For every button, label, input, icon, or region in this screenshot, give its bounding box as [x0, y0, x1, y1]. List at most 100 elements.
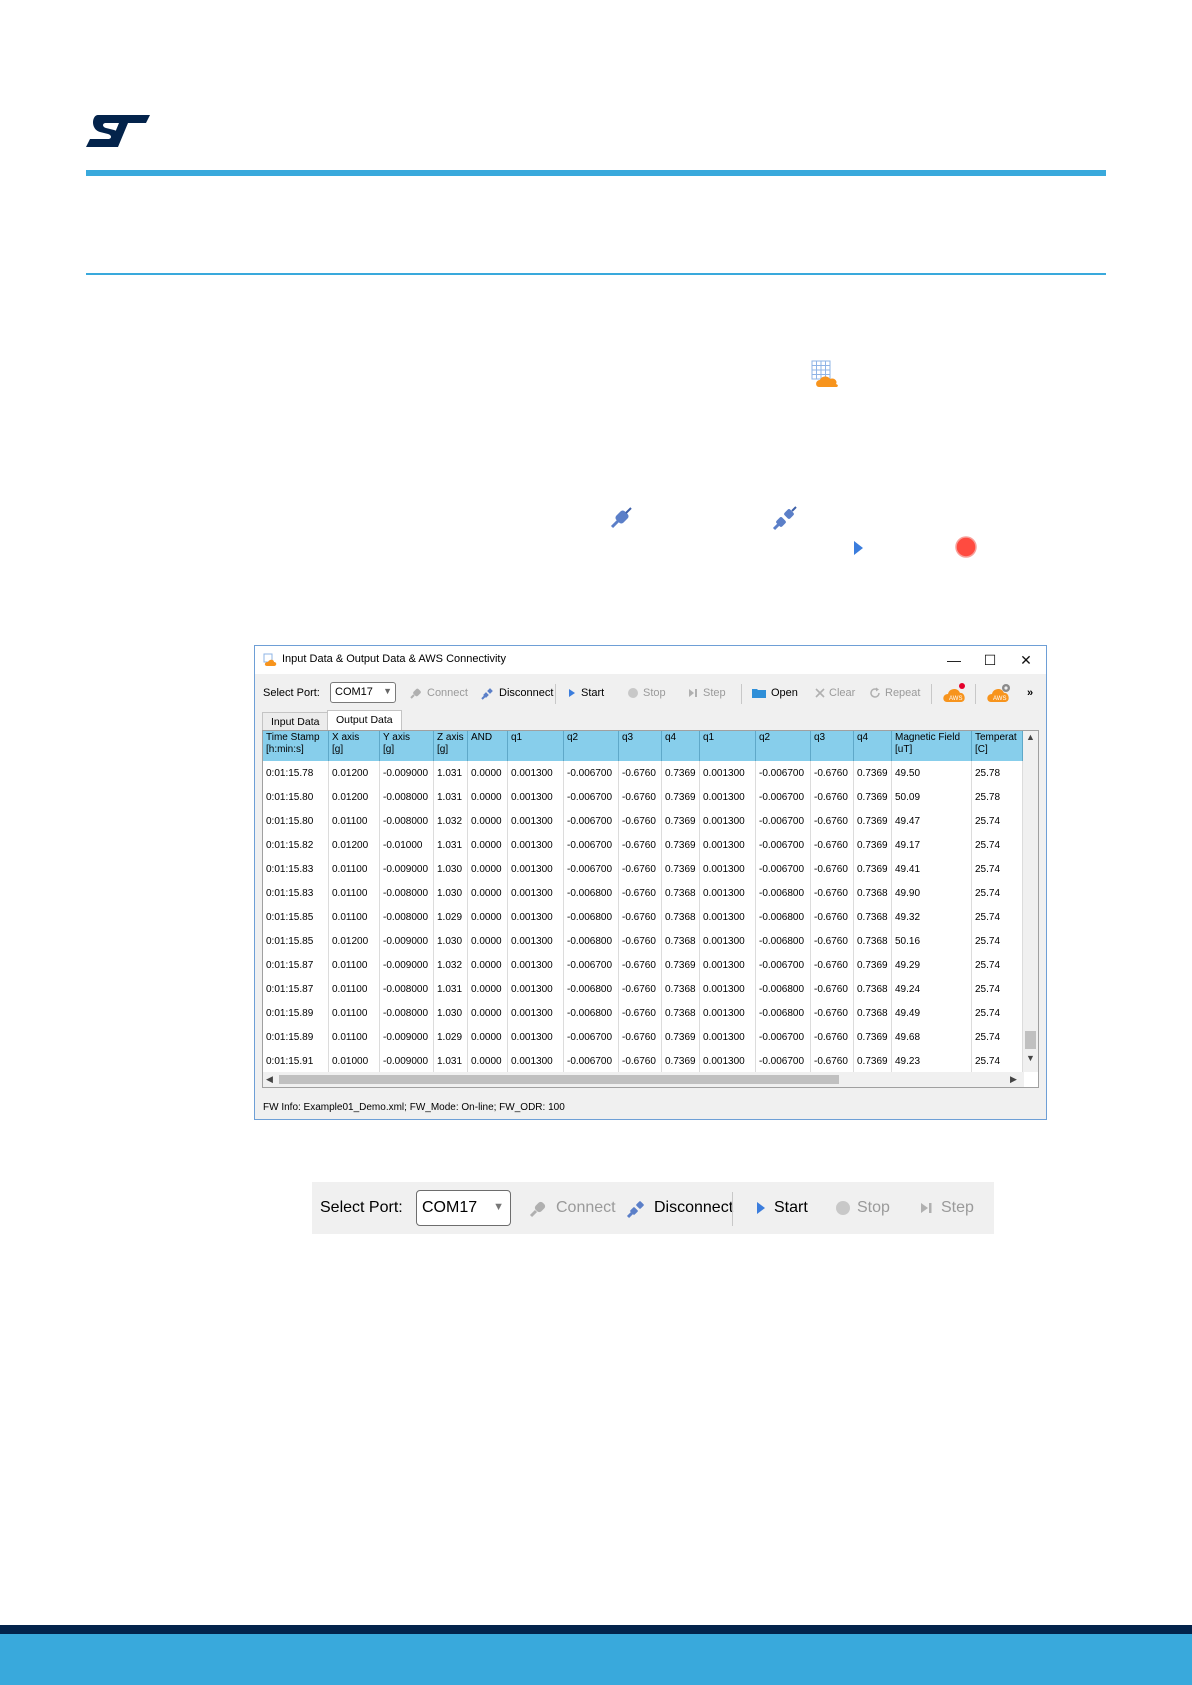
table-cell: 0.7368	[662, 977, 700, 1001]
table-cell: 0:01:15.87	[263, 953, 329, 977]
disconnect-button[interactable]: Disconnect	[481, 678, 553, 708]
table-row[interactable]: 0:01:15.78 0.01200 -0.009000 1.031 0.0000 0.0…	[263, 761, 1023, 785]
table-row[interactable]: 0:01:15.85 0.01100 -0.008000 1.029 0.0000 0.0…	[263, 905, 1023, 929]
zoomed-step-label: Step	[941, 1199, 974, 1216]
table-row[interactable]: 0:01:15.83 0.01100 -0.009000 1.030 0.0000 0.0…	[263, 857, 1023, 881]
column-header[interactable]: Z axis [g]	[434, 731, 468, 761]
port-select[interactable]: COM17 ▼	[330, 682, 396, 703]
minimize-button[interactable]: —	[935, 649, 973, 671]
column-header[interactable]: q2	[756, 731, 811, 761]
scroll-left-icon[interactable]: ◀	[266, 1074, 273, 1085]
zoomed-disconnect-label: Disconnect	[654, 1199, 734, 1216]
vertical-scrollbar[interactable]: ▲ ▼	[1023, 731, 1038, 1072]
column-header-unit: [h:min:s]	[266, 744, 304, 755]
table-cell: 49.17	[892, 833, 972, 857]
clear-button[interactable]: Clear	[815, 678, 855, 708]
table-cell: 0.0000	[468, 953, 508, 977]
table-cell: 0.7369	[662, 857, 700, 881]
zoomed-start-button[interactable]: Start	[754, 1182, 808, 1234]
column-header-title: q2	[567, 732, 579, 743]
table-cell: -0.006800	[564, 929, 619, 953]
table-row[interactable]: 0:01:15.80 0.01100 -0.008000 1.032 0.0000 0.0…	[263, 809, 1023, 833]
table-row[interactable]: 0:01:15.83 0.01100 -0.008000 1.030 0.0000 0.0…	[263, 881, 1023, 905]
aws-settings-button[interactable]: AWS	[985, 678, 1013, 708]
table-row[interactable]: 0:01:15.80 0.01200 -0.008000 1.031 0.0000 0.0…	[263, 785, 1023, 809]
column-header[interactable]: Temperat [C]	[972, 731, 1023, 761]
aws-connect-button[interactable]: AWS	[941, 678, 967, 708]
table-cell: 1.030	[434, 929, 468, 953]
section-rule	[86, 273, 1106, 275]
table-row[interactable]: 0:01:15.89 0.01100 -0.008000 1.030 0.0000 0.0…	[263, 1001, 1023, 1025]
column-header[interactable]: Time Stamp [h:min:s]	[263, 731, 329, 761]
table-cell: 0.7369	[854, 953, 892, 977]
horizontal-scroll-thumb[interactable]	[279, 1075, 839, 1084]
column-header[interactable]: q3	[619, 731, 662, 761]
column-header[interactable]: AND	[468, 731, 508, 761]
open-button[interactable]: Open	[751, 678, 798, 708]
table-cell: -0.006700	[756, 761, 811, 785]
table-row[interactable]: 0:01:15.89 0.01100 -0.009000 1.029 0.0000 0.0…	[263, 1025, 1023, 1049]
step-button[interactable]: Step	[687, 678, 726, 708]
column-header[interactable]: q3	[811, 731, 854, 761]
table-cell: 49.24	[892, 977, 972, 1001]
table-row[interactable]: 0:01:15.91 0.01000 -0.009000 1.031 0.0000 0.0…	[263, 1049, 1023, 1073]
connect-button[interactable]: Connect	[409, 678, 468, 708]
table-cell: 0.7369	[662, 1025, 700, 1049]
table-cell: 0.7368	[854, 1001, 892, 1025]
table-row[interactable]: 0:01:15.87 0.01100 -0.008000 1.031 0.0000 0.0…	[263, 977, 1023, 1001]
toolbar-overflow-button[interactable]: »	[1027, 678, 1033, 708]
table-row[interactable]: 0:01:15.82 0.01200 -0.01000 1.031 0.0000 0.00…	[263, 833, 1023, 857]
column-header-title: X axis	[332, 732, 360, 743]
table-row[interactable]: 0:01:15.85 0.01200 -0.009000 1.030 0.0000 0.0…	[263, 929, 1023, 953]
zoomed-connect-button[interactable]: Connect	[528, 1182, 616, 1234]
table-cell: 49.29	[892, 953, 972, 977]
table-cell: 25.74	[972, 929, 1023, 953]
port-label: Select Port:	[263, 687, 320, 699]
table-cell: -0.009000	[380, 761, 434, 785]
stop-dot-icon	[628, 688, 638, 699]
zoomed-stop-button[interactable]: Stop	[835, 1182, 890, 1234]
stop-button[interactable]: Stop	[627, 678, 666, 708]
vertical-scroll-thumb[interactable]	[1025, 1031, 1036, 1049]
table-cell: -0.006700	[564, 785, 619, 809]
horizontal-scrollbar[interactable]: ◀ ▶	[263, 1072, 1024, 1087]
table-cell: 0.001300	[700, 929, 756, 953]
table-cell: -0.6760	[811, 1025, 854, 1049]
tab-output-data[interactable]: Output Data	[327, 710, 402, 731]
table-cell: 0:01:15.82	[263, 833, 329, 857]
zoomed-step-button[interactable]: Step	[919, 1182, 974, 1234]
column-header[interactable]: q2	[564, 731, 619, 761]
scroll-down-icon[interactable]: ▼	[1026, 1053, 1035, 1063]
column-header[interactable]: q4	[854, 731, 892, 761]
tab-input-data[interactable]: Input Data	[262, 712, 329, 730]
table-cell: -0.006700	[564, 857, 619, 881]
close-button[interactable]: ✕	[1007, 649, 1045, 671]
repeat-button[interactable]: Repeat	[869, 678, 920, 708]
table-cell: -0.008000	[380, 809, 434, 833]
column-header[interactable]: q1	[508, 731, 564, 761]
table-row[interactable]: 0:01:15.87 0.01100 -0.009000 1.032 0.0000 0.0…	[263, 953, 1023, 977]
disconnect-plug-icon	[481, 688, 493, 700]
maximize-button[interactable]: ☐	[971, 649, 1009, 671]
scroll-right-icon[interactable]: ▶	[1010, 1074, 1017, 1085]
column-header[interactable]: Magnetic Field [uT]	[892, 731, 972, 761]
column-header[interactable]: X axis [g]	[329, 731, 380, 761]
table-cell: 0.01100	[329, 953, 380, 977]
table-cell: 25.78	[972, 785, 1023, 809]
scroll-up-icon[interactable]: ▲	[1026, 732, 1035, 742]
zoomed-port-select[interactable]: COM17 ▼	[416, 1190, 511, 1226]
table-cell: -0.006800	[756, 905, 811, 929]
column-header[interactable]: q1	[700, 731, 756, 761]
column-header[interactable]: Y axis [g]	[380, 731, 434, 761]
table-cell: 0.0000	[468, 1001, 508, 1025]
column-header-title: q3	[814, 732, 826, 743]
column-header[interactable]: q4	[662, 731, 700, 761]
table-cell: -0.006700	[756, 785, 811, 809]
zoomed-disconnect-button[interactable]: Disconnect	[626, 1182, 733, 1234]
table-cell: -0.006700	[564, 809, 619, 833]
table-cell: -0.01000	[380, 833, 434, 857]
connect-plug-icon	[529, 1201, 546, 1217]
start-button[interactable]: Start	[567, 678, 604, 708]
table-cell: 0.7369	[854, 1025, 892, 1049]
data-table: Time Stamp [h:min:s] X axis [g] Y axis [g] Z a…	[262, 730, 1039, 1088]
